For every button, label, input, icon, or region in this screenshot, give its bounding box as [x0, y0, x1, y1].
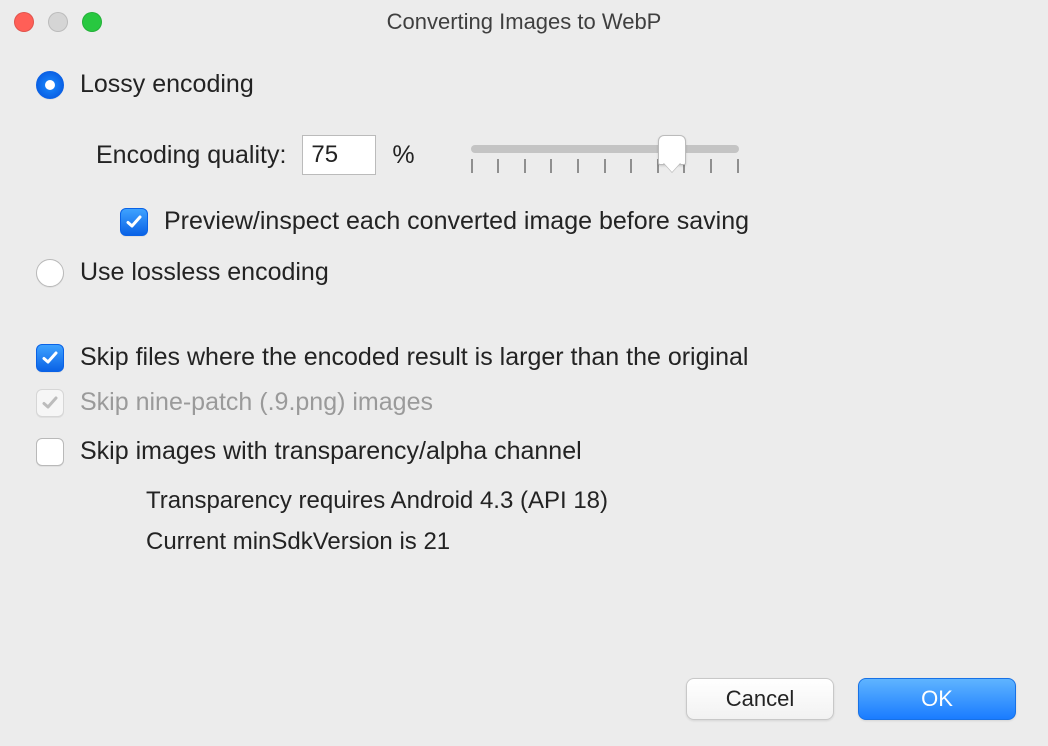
window-title: Converting Images to WebP	[0, 9, 1048, 35]
skip-larger-checkbox[interactable]	[36, 344, 64, 372]
skip-alpha-checkbox[interactable]	[36, 438, 64, 466]
slider-thumb[interactable]	[658, 135, 686, 165]
titlebar: Converting Images to WebP	[0, 0, 1048, 44]
zoom-icon[interactable]	[82, 12, 102, 32]
cancel-button-label: Cancel	[726, 686, 794, 712]
preview-label: Preview/inspect each converted image bef…	[164, 207, 749, 236]
alpha-note-2: Current minSdkVersion is 21	[146, 523, 1012, 560]
preview-row: Preview/inspect each converted image bef…	[120, 207, 1012, 236]
skip-ninepatch-checkbox	[36, 389, 64, 417]
slider-ticks	[471, 159, 739, 173]
skip-larger-label: Skip files where the encoded result is l…	[80, 343, 748, 372]
skip-larger-row: Skip files where the encoded result is l…	[36, 343, 1012, 372]
close-icon[interactable]	[14, 12, 34, 32]
lossy-encoding-radio[interactable]	[36, 71, 64, 99]
skip-ninepatch-label: Skip nine-patch (.9.png) images	[80, 388, 433, 417]
quality-slider[interactable]	[471, 133, 739, 177]
alpha-note-1: Transparency requires Android 4.3 (API 1…	[146, 482, 1012, 519]
preview-checkbox[interactable]	[120, 208, 148, 236]
skip-ninepatch-row: Skip nine-patch (.9.png) images	[36, 388, 1012, 417]
cancel-button[interactable]: Cancel	[686, 678, 834, 720]
lossless-encoding-label: Use lossless encoding	[80, 258, 329, 287]
quality-row: Encoding quality: %	[96, 133, 1012, 177]
lossy-encoding-label: Lossy encoding	[80, 70, 254, 99]
lossless-encoding-row: Use lossless encoding	[36, 258, 1012, 287]
dialog-content: Lossy encoding Encoding quality: % Previ…	[0, 44, 1048, 560]
slider-track	[471, 145, 739, 153]
dialog-footer: Cancel OK	[686, 678, 1016, 720]
window-controls	[14, 12, 102, 32]
minimize-icon	[48, 12, 68, 32]
lossless-encoding-radio[interactable]	[36, 259, 64, 287]
skip-alpha-row: Skip images with transparency/alpha chan…	[36, 437, 1012, 466]
dialog-window: Converting Images to WebP Lossy encoding…	[0, 0, 1048, 746]
quality-label: Encoding quality:	[96, 141, 286, 170]
quality-input[interactable]	[302, 135, 376, 175]
ok-button[interactable]: OK	[858, 678, 1016, 720]
lossy-encoding-row: Lossy encoding	[36, 70, 1012, 99]
quality-unit: %	[392, 141, 414, 170]
ok-button-label: OK	[921, 686, 953, 712]
skip-alpha-label: Skip images with transparency/alpha chan…	[80, 437, 582, 466]
